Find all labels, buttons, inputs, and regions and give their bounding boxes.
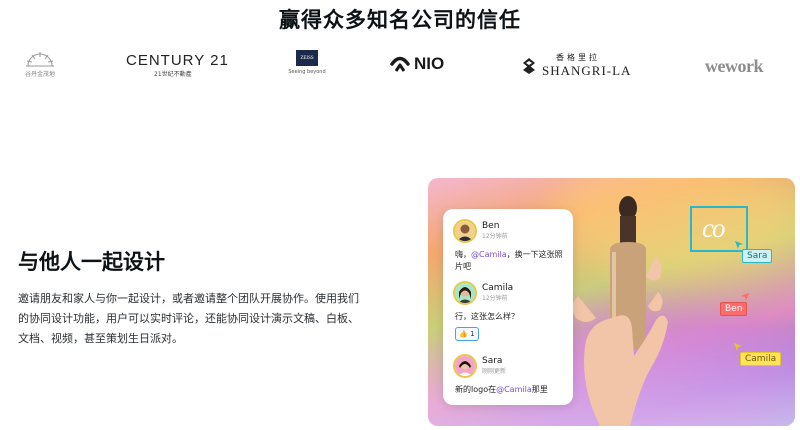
comment-author: Sara [482,356,503,366]
page-title: 赢得众多知名公司的信任 [279,8,521,32]
section-heading: 与他人一起设计 [18,250,165,274]
cursor-tag-sara: Sara [742,249,773,263]
reaction-count: 1 [470,330,475,338]
century21-logo: CENTURY 21 21世纪不動產 [126,52,229,78]
hand-image [572,256,668,426]
comment-author: Camila [482,283,514,293]
cursor-icon [734,343,742,351]
shangri-la-en-label: SHANGRI-LA [542,63,632,78]
comment-time: 12分钟前 [482,233,508,240]
cursor-icon [741,293,749,301]
shangri-la-logo: 香格里拉 SHANGRI-LA [522,52,631,79]
nio-logo: NIO [390,54,444,74]
comment-panel: Ben 12分钟前 嗨，@Camila，换一下这张照片吧 Camila 12分钟… [443,209,573,405]
comment-time: 刚刚更新 [482,368,507,375]
zeiss-logo: ZEISS Seeing beyond [288,50,326,75]
avatar [453,354,477,378]
avatar [453,219,477,243]
nio-label: NIO [414,54,445,73]
wework-logo: wework [705,56,764,76]
zeiss-badge: ZEISS [296,50,318,66]
jinmao-logo: 谷丹金茂地 [22,50,58,78]
shangri-la-mark-icon [523,57,535,74]
century21-sublabel: 21世纪不動產 [154,71,192,78]
comment-time: 12分钟前 [482,295,508,302]
cursor-tag-camila: Camila [740,352,782,366]
shangri-la-cn-label: 香格里拉 [556,53,600,62]
partner-logo-strip: 谷丹金茂地 CENTURY 21 21世纪不動產 ZEISS Seeing be… [0,44,800,88]
reaction-button[interactable]: 👍 1 [455,327,479,341]
cursor-tag-ben: Ben [720,302,748,316]
sunrise-icon [26,52,54,67]
zeiss-sublabel: Seeing beyond [288,69,326,75]
comment-text: 嗨，@Camila，换一下这张照片吧 [455,250,563,271]
thumbs-up-icon: 👍 [459,330,469,338]
comment-text: 新的logo在@Camila那里 [455,385,548,394]
section-description: 邀请朋友和家人与你一起设计，或者邀请整个团队开展协作。使用我们的协同设计功能，用… [18,292,359,345]
jinmao-label: 谷丹金茂地 [24,71,55,78]
canvas-logo-mark: co [702,213,726,243]
avatar [453,281,477,305]
mention-link[interactable]: @Camila [471,250,507,259]
mention-link[interactable]: @Camila [496,385,532,394]
comment-author: Ben [482,221,500,231]
century21-label: CENTURY 21 [126,52,229,69]
comment-text: 行，这张怎么样？ [455,312,519,321]
nio-mark-icon [390,56,410,72]
